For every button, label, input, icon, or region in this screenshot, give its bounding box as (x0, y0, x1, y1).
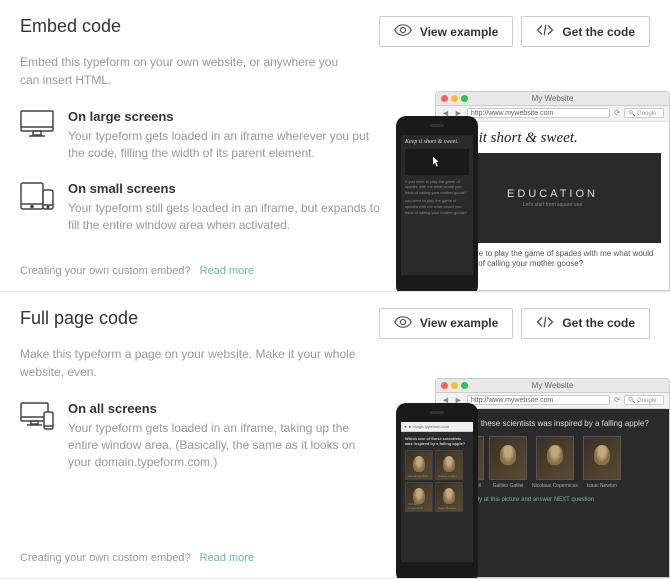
phone-question-2: you were to play the game of spades with… (405, 198, 469, 215)
portrait-image (489, 436, 527, 480)
tablet-mobile-icon (20, 181, 54, 211)
read-more-link[interactable]: Read more (200, 552, 254, 564)
browser-title: My Website (532, 94, 574, 103)
desktop-icon (20, 109, 54, 139)
embed-preview: My Website ◄ ► http://www.mywebsite.com … (396, 91, 670, 291)
custom-embed-text: Creating your own custom embed? (20, 265, 191, 277)
feature-text: On large screens Your typeform gets load… (68, 109, 380, 163)
code-icon (536, 316, 554, 331)
browser-titlebar: My Website (436, 379, 669, 393)
devices-icon (20, 401, 54, 431)
view-example-label: View example (420, 316, 499, 330)
eye-icon (394, 316, 412, 331)
mini-chalkboard (405, 149, 469, 175)
code-icon (536, 24, 554, 39)
section-header: Full page code View example Get the code (20, 308, 650, 339)
mini-scientist: Isaac Newton (435, 482, 463, 512)
get-code-button[interactable]: Get the code (521, 16, 650, 47)
view-example-button[interactable]: View example (379, 16, 514, 47)
phone-content: Which one of these scientists was inspir… (401, 432, 473, 562)
scientist-option: Nicolaus Copernicus (532, 436, 578, 489)
mini-scientist: Alexander Bell (405, 450, 433, 480)
feature-heading: On large screens (68, 109, 380, 124)
fullpage-preview: My Website ◄ ► http://www.mywebsite.com … (396, 378, 670, 578)
board-title: EDUCATION (507, 188, 598, 200)
browser-title: My Website (532, 381, 574, 390)
reload-icon: ⟳ (614, 396, 620, 404)
feature-heading: On small screens (68, 181, 380, 196)
address-input: http://www.mywebsite.com (467, 108, 610, 118)
feature-description: Your typeform gets loaded in an iframe, … (68, 420, 380, 472)
eye-icon (394, 24, 412, 39)
view-example-label: View example (420, 25, 499, 39)
mini-scientists-grid: Alexander Bell Galileo Galilei Nicolaus … (405, 450, 469, 512)
feature-all-screens: On all screens Your typeform gets loaded… (20, 401, 380, 472)
feature-heading: On all screens (68, 401, 380, 416)
get-code-label: Get the code (562, 316, 635, 330)
traffic-lights-icon (441, 382, 468, 389)
phone-question: Which one of these scientists was inspir… (405, 436, 469, 447)
embed-code-section: Embed code View example Get the code Emb… (0, 0, 670, 292)
search-input: 🔍 Google (624, 108, 664, 118)
section-buttons: View example Get the code (379, 16, 650, 47)
section-title: Embed code (20, 16, 121, 37)
phone-mockup: ◄ ► magic.typeform.com Which one of thes… (396, 403, 478, 578)
scientist-option: Isaac Newton (583, 436, 621, 489)
scientist-name: Nicolaus Copernicus (532, 483, 578, 489)
view-example-button[interactable]: View example (379, 308, 514, 339)
section-title: Full page code (20, 308, 138, 329)
phone-address-bar: ◄ ► magic.typeform.com (401, 422, 473, 432)
board-subtitle: Let's start from square one (523, 202, 582, 208)
feature-description: Your typeform gets loaded in an iframe w… (68, 128, 380, 163)
browser-titlebar: My Website (436, 92, 669, 106)
feature-text: On all screens Your typeform gets loaded… (68, 401, 380, 472)
scientist-name: Galileo Galilei (493, 483, 524, 489)
fullpage-code-section: Full page code View example Get the code… (0, 292, 670, 579)
custom-embed-text: Creating your own custom embed? (20, 552, 191, 564)
cursor-icon (433, 157, 441, 167)
search-input: 🔍 Google (624, 395, 664, 405)
phone-speaker-icon (430, 124, 444, 127)
get-code-label: Get the code (562, 25, 635, 39)
phone-speaker-icon (430, 411, 444, 414)
feature-small-screens: On small screens Your typeform still get… (20, 181, 380, 235)
mini-scientist: Galileo Galilei (435, 450, 463, 480)
phone-heading: Keep it short & sweet. (405, 139, 469, 145)
mini-scientist: Nicolaus Copernicus (405, 482, 433, 512)
feature-description: Your typeform still gets loaded in an if… (68, 200, 380, 235)
portrait-image (536, 436, 574, 480)
read-more-link[interactable]: Read more (200, 265, 254, 277)
scientist-option: Galileo Galilei (489, 436, 527, 489)
traffic-lights-icon (441, 95, 468, 102)
reload-icon: ⟳ (614, 109, 620, 117)
phone-screen: ◄ ► magic.typeform.com Which one of thes… (401, 422, 473, 562)
get-code-button[interactable]: Get the code (521, 308, 650, 339)
feature-text: On small screens Your typeform still get… (68, 181, 380, 235)
phone-screen: Keep it short & sweet. If you were to pl… (401, 135, 473, 275)
feature-large-screens: On large screens Your typeform gets load… (20, 109, 380, 163)
portrait-image (583, 436, 621, 480)
section-buttons: View example Get the code (379, 308, 650, 339)
scientist-name: Isaac Newton (587, 483, 617, 489)
section-description: Make this typeform a page on your websit… (20, 345, 360, 381)
section-header: Embed code View example Get the code (20, 16, 650, 47)
phone-question-1: If you were to play the game of spades w… (405, 179, 469, 196)
address-input: http://www.mywebsite.com (467, 395, 610, 405)
section-description: Embed this typeform on your own website,… (20, 53, 360, 89)
phone-mockup: Keep it short & sweet. If you were to pl… (396, 116, 478, 291)
